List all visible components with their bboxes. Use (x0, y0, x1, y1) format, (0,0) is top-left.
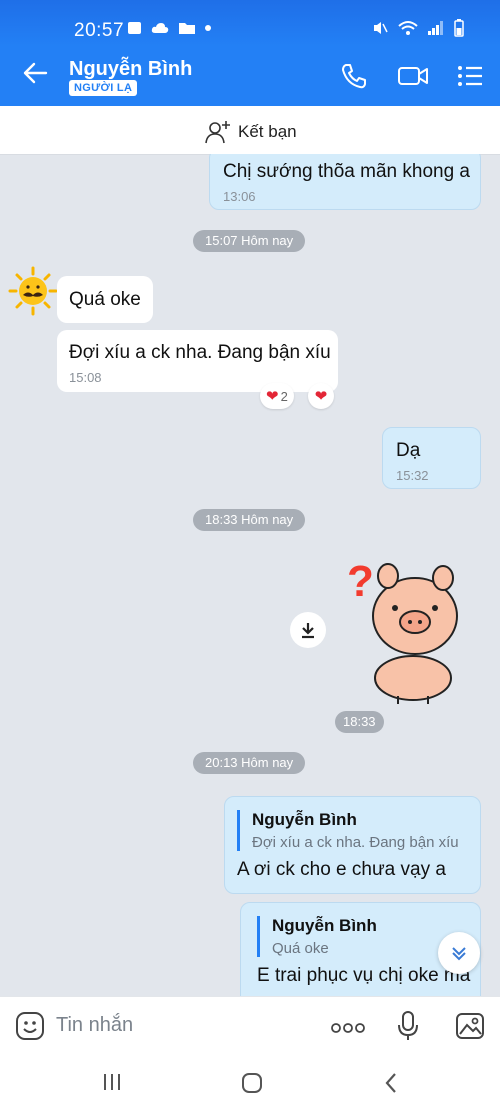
message-input[interactable]: Tin nhắn (56, 1014, 133, 1037)
quoted-sender: Nguyễn Bình (272, 916, 377, 935)
mute-icon (374, 22, 388, 34)
sticker-message[interactable]: ? (343, 556, 468, 706)
contact-name[interactable]: Nguyễn Bình (69, 58, 192, 81)
message-text: Đợi xíu a ck nha. Đang bận xíu (69, 342, 331, 363)
more-icon[interactable] (330, 1021, 366, 1039)
more-notifications-dot (205, 25, 211, 31)
message-outgoing[interactable]: Dạ 15:32 (382, 427, 481, 489)
chat-area[interactable]: Chị sướng thõa mãn khong a 13:06 15:07 H… (0, 154, 500, 996)
home-icon[interactable] (241, 1072, 263, 1099)
quoted-sender: Nguyễn Bình (252, 810, 357, 829)
mic-icon[interactable] (396, 1010, 420, 1047)
sender-avatar[interactable] (8, 266, 58, 316)
status-notification-icons (128, 22, 211, 34)
back-nav-icon[interactable] (383, 1072, 399, 1099)
add-friend-label: Kết bạn (238, 122, 297, 141)
heart-icon: ❤ (266, 388, 279, 405)
status-bar: 20:57 (0, 0, 500, 46)
message-time: 15:32 (396, 468, 429, 483)
image-icon[interactable] (454, 1010, 486, 1047)
battery-icon (454, 19, 464, 37)
add-friend-icon (205, 121, 230, 144)
download-button[interactable] (290, 612, 326, 648)
phone-icon[interactable] (340, 62, 370, 92)
signal-icon (428, 21, 443, 35)
cloud-notification-icon (151, 23, 169, 33)
status-time: 20:57 (74, 20, 125, 41)
message-incoming[interactable]: Đợi xíu a ck nha. Đang bận xíu 15:08 (57, 330, 338, 392)
quoted-message[interactable]: Nguyễn Bình Đợi xíu a ck nha. Đang bận x… (237, 810, 480, 851)
list-menu-icon[interactable] (456, 62, 486, 92)
message-outgoing-reply[interactable]: Nguyễn Bình Đợi xíu a ck nha. Đang bận x… (224, 796, 481, 894)
message-incoming[interactable]: Quá oke (57, 276, 153, 323)
message-text: Dạ (396, 440, 421, 461)
message-time: 13:06 (223, 189, 256, 204)
sticker-time: 18:33 (335, 711, 384, 733)
back-arrow-icon[interactable] (22, 60, 48, 92)
system-nav-bar (0, 1054, 500, 1112)
svg-text:?: ? (347, 557, 374, 606)
react-button[interactable]: ❤ (308, 383, 334, 409)
sticker-icon[interactable] (14, 1010, 46, 1047)
status-system-icons (372, 19, 464, 37)
reaction-summary[interactable]: ❤ 2 (260, 383, 294, 409)
folder-notification-icon (179, 23, 195, 34)
message-composer: Tin nhắn (0, 996, 500, 1055)
date-separator: 15:07 Hôm nay (193, 230, 306, 252)
message-text: A ơi ck cho e chưa vạy a (237, 859, 446, 880)
heart-icon: ❤ (314, 388, 328, 405)
scroll-down-icon[interactable] (438, 932, 480, 974)
recent-apps-icon[interactable] (102, 1072, 122, 1097)
add-friend-button[interactable]: Kết bạn (204, 118, 297, 146)
download-icon (302, 623, 314, 639)
date-separator: 20:13 Hôm nay (193, 752, 306, 774)
reaction-count: 2 (280, 388, 288, 404)
wifi-icon (398, 21, 418, 35)
gallery-notification-icon (128, 22, 141, 34)
message-time: 15:08 (69, 370, 102, 385)
message-text: Quá oke (69, 289, 141, 310)
message-outgoing[interactable]: Chị sướng thõa mãn khong a 13:06 (209, 154, 481, 210)
quoted-text: Đợi xíu a ck nha. Đang bận xíu (252, 834, 459, 851)
message-text: Chị sướng thõa mãn khong a (223, 161, 470, 182)
chat-header: Nguyễn Bình NGƯỜI LẠ (0, 46, 500, 106)
date-separator: 18:33 Hôm nay (193, 509, 306, 531)
stranger-badge: NGƯỜI LẠ (69, 80, 138, 96)
video-icon[interactable] (397, 62, 428, 92)
add-friend-bar: Kết bạn (0, 106, 500, 155)
